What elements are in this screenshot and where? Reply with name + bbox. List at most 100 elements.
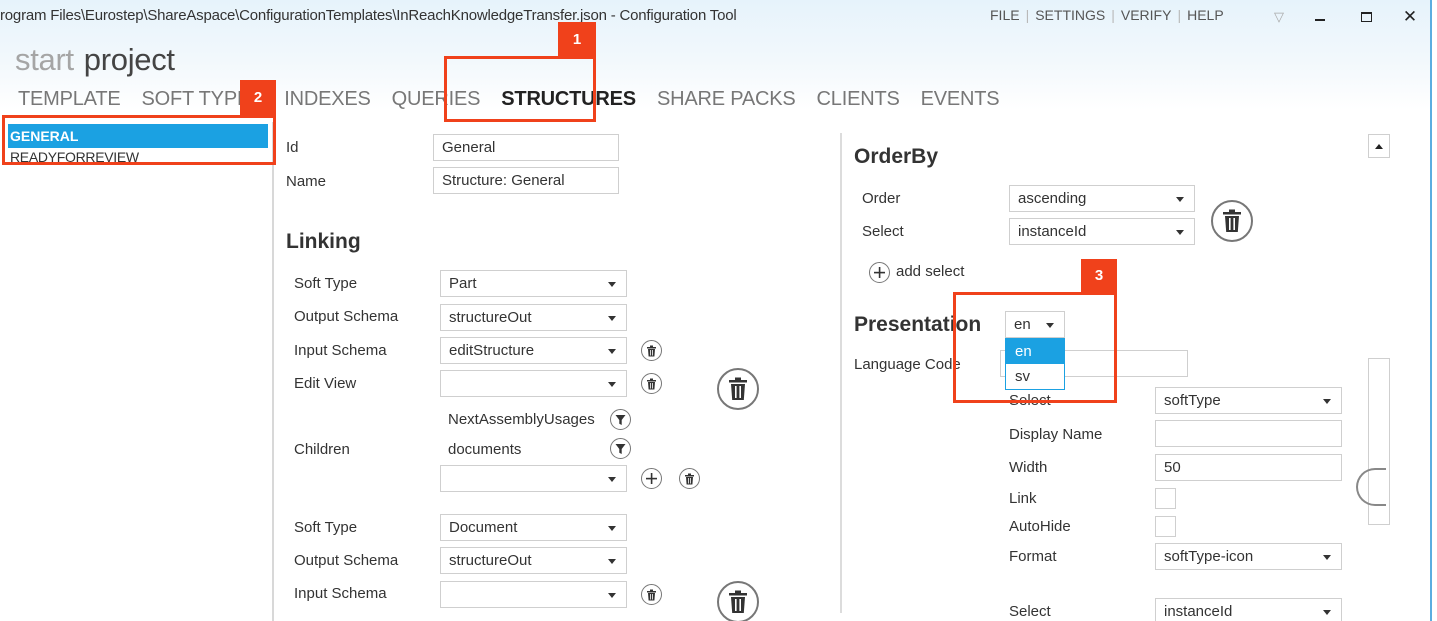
close-icon[interactable]: ✕ [1398,6,1422,28]
child-item: NextAssemblyUsages [448,411,595,428]
filter-icon [615,414,626,425]
linking-heading: Linking [286,230,361,253]
order-label: Order [862,190,901,207]
chevron-down-icon [1176,230,1184,235]
orderby-select-value: instanceId [1018,223,1087,240]
plus-icon [874,267,885,278]
id-field[interactable]: General [433,134,619,161]
menu-help[interactable]: HELP [1187,7,1224,23]
output-schema-label: Output Schema [294,552,399,569]
tab-structures[interactable]: STRUCTURES [501,88,636,111]
column-divider [840,133,842,613]
output-schema-value: structureOut [449,552,532,569]
link-label: Link [1009,490,1037,507]
format-label: Format [1009,548,1057,565]
delete-linking-block-button[interactable] [717,368,759,410]
child-item: documents [448,441,522,458]
column-select[interactable]: softType [1155,387,1342,414]
chevron-down-icon [608,559,616,564]
column-select-label: Select [1009,392,1051,409]
maximize-icon[interactable] [1354,6,1378,28]
soft-type-value: Part [449,275,477,292]
menu-separator: | [1025,7,1030,23]
scroll-up-button[interactable] [1368,134,1390,158]
children-label: Children [294,441,350,458]
structure-item-readyforreview[interactable]: READYFORREVIEW [8,145,268,169]
tab-indexes[interactable]: INDEXES [284,88,371,111]
autohide-checkbox[interactable] [1155,516,1176,537]
add-child-button[interactable] [641,468,662,489]
delete-edit-view-button[interactable] [641,373,662,394]
width-field[interactable]: 50 [1155,454,1342,481]
window-title: rogram Files\Eurostep\ShareAspace\Config… [0,7,737,24]
order-select[interactable]: ascending [1009,185,1195,212]
breadcrumb-project: project [83,42,175,77]
delete-child-button[interactable] [679,468,700,489]
arrow-up-icon [1375,144,1383,149]
link-checkbox[interactable] [1155,488,1176,509]
menu-verify[interactable]: VERIFY [1121,7,1172,23]
filter-child-button[interactable] [610,409,631,430]
format-select[interactable]: softType-icon [1155,543,1342,570]
output-schema-select[interactable]: structureOut [440,547,627,574]
soft-type-value: Document [449,519,518,536]
soft-type-label: Soft Type [294,519,358,536]
soft-type-select[interactable]: Document [440,514,627,541]
trash-icon [685,473,694,484]
callout-badge: 1 [558,22,596,58]
app-window: rogram Files\Eurostep\ShareAspace\Config… [0,0,1430,621]
language-option-en[interactable]: en [1006,339,1064,364]
output-schema-value: structureOut [449,309,532,326]
display-name-field[interactable] [1155,420,1342,447]
input-schema-select[interactable]: editStructure [440,337,627,364]
delete-input-schema-button[interactable] [641,584,662,605]
chevron-down-icon [608,382,616,387]
trash-icon [729,590,747,613]
language-option-sv[interactable]: sv [1006,364,1064,389]
callout-badge: 3 [1081,259,1117,293]
trash-icon [647,345,656,356]
pin-icon[interactable]: ▽ [1267,6,1291,28]
tab-events[interactable]: EVENTS [921,88,1000,111]
add-select-button[interactable] [869,262,890,283]
delete-input-schema-button[interactable] [641,340,662,361]
name-field[interactable]: Structure: General [433,167,619,194]
trash-icon [1223,209,1241,232]
top-menu: FILE | SETTINGS | VERIFY | HELP [990,7,1224,23]
delete-orderby-button[interactable] [1211,200,1253,242]
trash-icon [729,377,747,400]
soft-type-select[interactable]: Part [440,270,627,297]
edit-view-select[interactable] [440,370,627,397]
tab-clients[interactable]: CLIENTS [817,88,900,111]
width-label: Width [1009,459,1048,476]
column-select[interactable]: instanceId [1155,598,1342,621]
filter-icon [615,443,626,454]
breadcrumb-start[interactable]: start [15,42,74,77]
tab-queries[interactable]: QUERIES [392,88,481,111]
chevron-down-icon [1323,399,1331,404]
main-tabs: TEMPLATE SOFT TYPES INDEXES QUERIES STRU… [18,88,1020,111]
chevron-down-icon [608,349,616,354]
output-schema-select[interactable]: structureOut [440,304,627,331]
menu-file[interactable]: FILE [990,7,1020,23]
orderby-select[interactable]: instanceId [1009,218,1195,245]
delete-linking-block-button[interactable] [717,581,759,621]
add-select-link[interactable]: add select [896,263,964,280]
add-child-select[interactable] [440,465,627,492]
language-code-label: Language Code [854,356,961,373]
menu-separator: | [1177,7,1182,23]
language-dropdown: en sv [1005,338,1065,390]
language-select[interactable]: en [1005,311,1065,338]
chevron-down-icon [1323,555,1331,560]
input-schema-select[interactable] [440,581,627,608]
input-schema-label: Input Schema [294,342,387,359]
minimize-icon[interactable] [1308,6,1332,28]
input-schema-value: editStructure [449,342,535,359]
menu-settings[interactable]: SETTINGS [1035,7,1105,23]
delete-column-button[interactable] [1356,468,1386,506]
filter-child-button[interactable] [610,438,631,459]
menu-separator: | [1111,7,1115,23]
tab-share-packs[interactable]: SHARE PACKS [657,88,796,111]
tab-template[interactable]: TEMPLATE [18,88,121,111]
orderby-select-label: Select [862,223,904,240]
